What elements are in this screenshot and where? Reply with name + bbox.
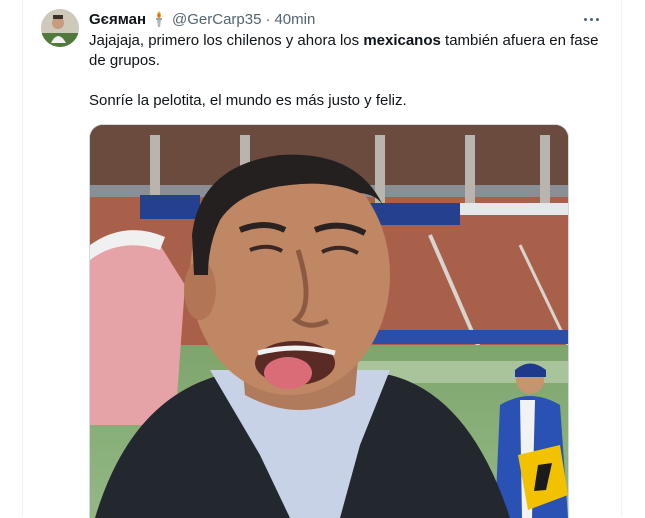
tweet-text-paragraph-2: Sonríe la pelotita, el mundo es más just… — [89, 92, 407, 109]
tweet-text-bold-segment: mexicanos — [363, 32, 441, 49]
separator-dot: · — [265, 10, 271, 28]
display-name[interactable]: Gєяман — [89, 11, 146, 28]
more-options-button[interactable] — [580, 9, 602, 29]
torch-icon — [152, 10, 166, 28]
stadium-photo — [90, 125, 568, 518]
tweet-text-segment: Jajajaja, primero los chilenos y ahora l… — [89, 32, 364, 49]
tweet[interactable]: Gєяман @GerCarp35 · 40min Jajajaja, prim… — [23, 0, 621, 518]
tweet-media-photo[interactable] — [89, 124, 569, 518]
more-horizontal-icon — [583, 17, 587, 21]
avatar[interactable] — [41, 9, 79, 47]
timestamp[interactable]: 40min — [274, 11, 315, 28]
more-horizontal-icon-dot — [595, 17, 599, 21]
tweet-header: Gєяман @GerCarp35 · 40min — [89, 9, 315, 29]
tweet-text: Jajajaja, primero los chilenos y ahora l… — [89, 31, 609, 111]
timeline-border-right — [621, 0, 622, 517]
more-horizontal-icon-dot — [589, 17, 593, 21]
tweet-text-paragraph-1: Jajajaja, primero los chilenos y ahora l… — [89, 31, 609, 71]
user-handle[interactable]: @GerCarp35 — [172, 11, 261, 28]
